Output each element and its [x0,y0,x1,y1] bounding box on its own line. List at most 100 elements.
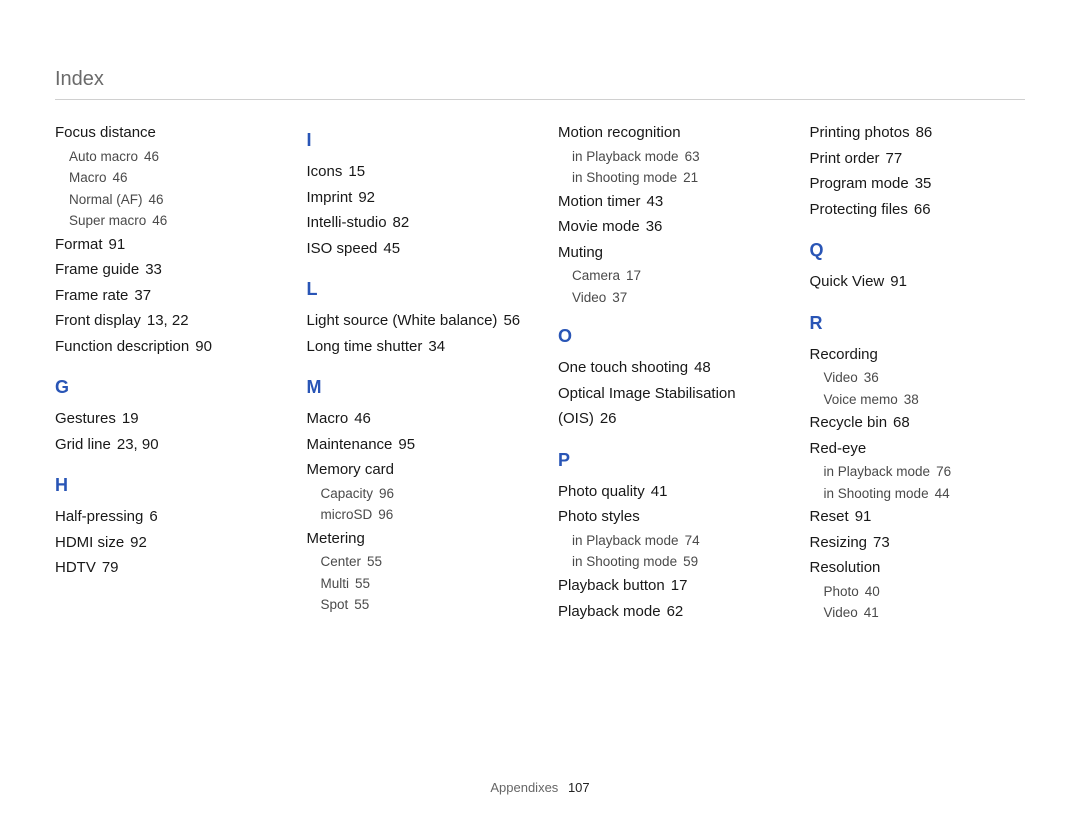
entry-page: 62 [661,603,684,620]
index-sub-entry[interactable]: microSD96 [307,504,523,526]
index-entry[interactable]: Format91 [55,232,271,258]
index-entry[interactable]: Metering [307,526,523,552]
index-entry[interactable]: Muting [558,240,774,266]
index-entry[interactable]: Quick View91 [810,269,1026,295]
index-entry[interactable]: Recording [810,342,1026,368]
index-entry[interactable]: ISO speed45 [307,236,523,262]
index-sub-entry[interactable]: Super macro46 [55,210,271,232]
index-sub-entry[interactable]: in Playback mode76 [810,461,1026,483]
index-entry[interactable]: Motion timer43 [558,189,774,215]
entry-term: Movie mode [558,218,640,235]
index-entry[interactable]: Resizing73 [810,530,1026,556]
index-sub-entry[interactable]: in Playback mode63 [558,146,774,168]
index-entry[interactable]: Macro46 [307,406,523,432]
entry-page: 95 [392,436,415,453]
index-entry[interactable]: Frame rate37 [55,283,271,309]
index-entry[interactable]: Playback mode62 [558,599,774,625]
entry-page: 33 [139,261,162,278]
index-sub-entry[interactable]: Normal (AF)46 [55,189,271,211]
entry-page: 68 [887,414,910,431]
sub-entry-page: 46 [146,213,167,228]
sub-entry-term: in Playback mode [572,533,679,548]
index-entry[interactable]: One touch shooting48 [558,355,774,381]
index-sub-entry[interactable]: Capacity96 [307,483,523,505]
index-sub-entry[interactable]: in Shooting mode44 [810,483,1026,505]
sub-entry-page: 41 [858,605,879,620]
index-sub-entry[interactable]: Video37 [558,287,774,309]
index-entry[interactable]: HDTV79 [55,555,271,581]
entry-term: Motion timer [558,193,641,210]
entry-term: Red-eye [810,440,867,457]
entry-term: Format [55,236,103,253]
index-group: PPhoto quality41Photo stylesin Playback … [558,450,774,624]
entry-page: 36 [640,218,663,235]
index-entry[interactable]: Half-pressing6 [55,504,271,530]
index-sub-entry[interactable]: Macro46 [55,167,271,189]
entry-term: Function description [55,338,189,355]
index-sub-entry[interactable]: in Shooting mode21 [558,167,774,189]
entry-term: Resolution [810,559,881,576]
index-sub-entry[interactable]: Auto macro46 [55,146,271,168]
sub-entry-term: Camera [572,268,620,283]
index-entry[interactable]: Photo quality41 [558,479,774,505]
index-sub-entry[interactable]: Video41 [810,602,1026,624]
entry-term: Long time shutter [307,338,423,355]
entry-term: Protecting files [810,201,908,218]
sub-entry-term: Super macro [69,213,146,228]
index-sub-entry[interactable]: Photo40 [810,581,1026,603]
index-entry[interactable]: Intelli-studio82 [307,210,523,236]
sub-entry-page: 74 [679,533,700,548]
index-entry[interactable]: Icons15 [307,159,523,185]
index-sub-entry[interactable]: Multi55 [307,573,523,595]
entry-page: 43 [641,193,664,210]
index-entry[interactable]: Movie mode36 [558,214,774,240]
entry-page: 56 [497,312,520,329]
sub-entry-page: 36 [858,370,879,385]
entry-page: 79 [96,559,119,576]
index-entry[interactable]: Maintenance95 [307,432,523,458]
section-letter: P [558,450,774,471]
index-entry[interactable]: Print order77 [810,146,1026,172]
entry-term: Memory card [307,461,395,478]
index-sub-entry[interactable]: Voice memo38 [810,389,1026,411]
index-sub-entry[interactable]: in Playback mode74 [558,530,774,552]
index-entry[interactable]: Motion recognition [558,120,774,146]
index-entry[interactable]: Front display13, 22 [55,308,271,334]
index-entry[interactable]: Memory card [307,457,523,483]
entry-term: ISO speed [307,240,378,257]
entry-page: 66 [908,201,931,218]
index-entry[interactable]: Optical Image Stabilisation (OIS)26 [558,381,774,432]
index-entry[interactable]: Gestures19 [55,406,271,432]
index-entry[interactable]: Program mode35 [810,171,1026,197]
index-entry[interactable]: Protecting files66 [810,197,1026,223]
entry-page: 34 [422,338,445,355]
entry-page: 6 [143,508,157,525]
sub-entry-term: Auto macro [69,149,138,164]
index-entry[interactable]: Photo styles [558,504,774,530]
index-entry[interactable]: Focus distance [55,120,271,146]
index-entry[interactable]: Frame guide33 [55,257,271,283]
index-entry[interactable]: Function description90 [55,334,271,360]
index-sub-entry[interactable]: Spot55 [307,594,523,616]
entry-term: Half-pressing [55,508,143,525]
index-entry[interactable]: Light source (White balance)56 [307,308,523,334]
entry-term: Front display [55,312,141,329]
index-entry[interactable]: Printing photos86 [810,120,1026,146]
index-entry[interactable]: Imprint92 [307,185,523,211]
index-entry[interactable]: Red-eye [810,436,1026,462]
index-entry[interactable]: Reset91 [810,504,1026,530]
index-entry[interactable]: HDMI size92 [55,530,271,556]
index-sub-entry[interactable]: Camera17 [558,265,774,287]
index-sub-entry[interactable]: Center55 [307,551,523,573]
index-entry[interactable]: Playback button17 [558,573,774,599]
index-sub-entry[interactable]: Video36 [810,367,1026,389]
page-title: Index [55,68,104,90]
section-letter: R [810,313,1026,334]
entry-term: Quick View [810,273,885,290]
index-entry[interactable]: Recycle bin68 [810,410,1026,436]
index-sub-entry[interactable]: in Shooting mode59 [558,551,774,573]
index-entry[interactable]: Resolution [810,555,1026,581]
index-entry[interactable]: Grid line23, 90 [55,432,271,458]
index-entry[interactable]: Long time shutter34 [307,334,523,360]
entry-page: 19 [116,410,139,427]
